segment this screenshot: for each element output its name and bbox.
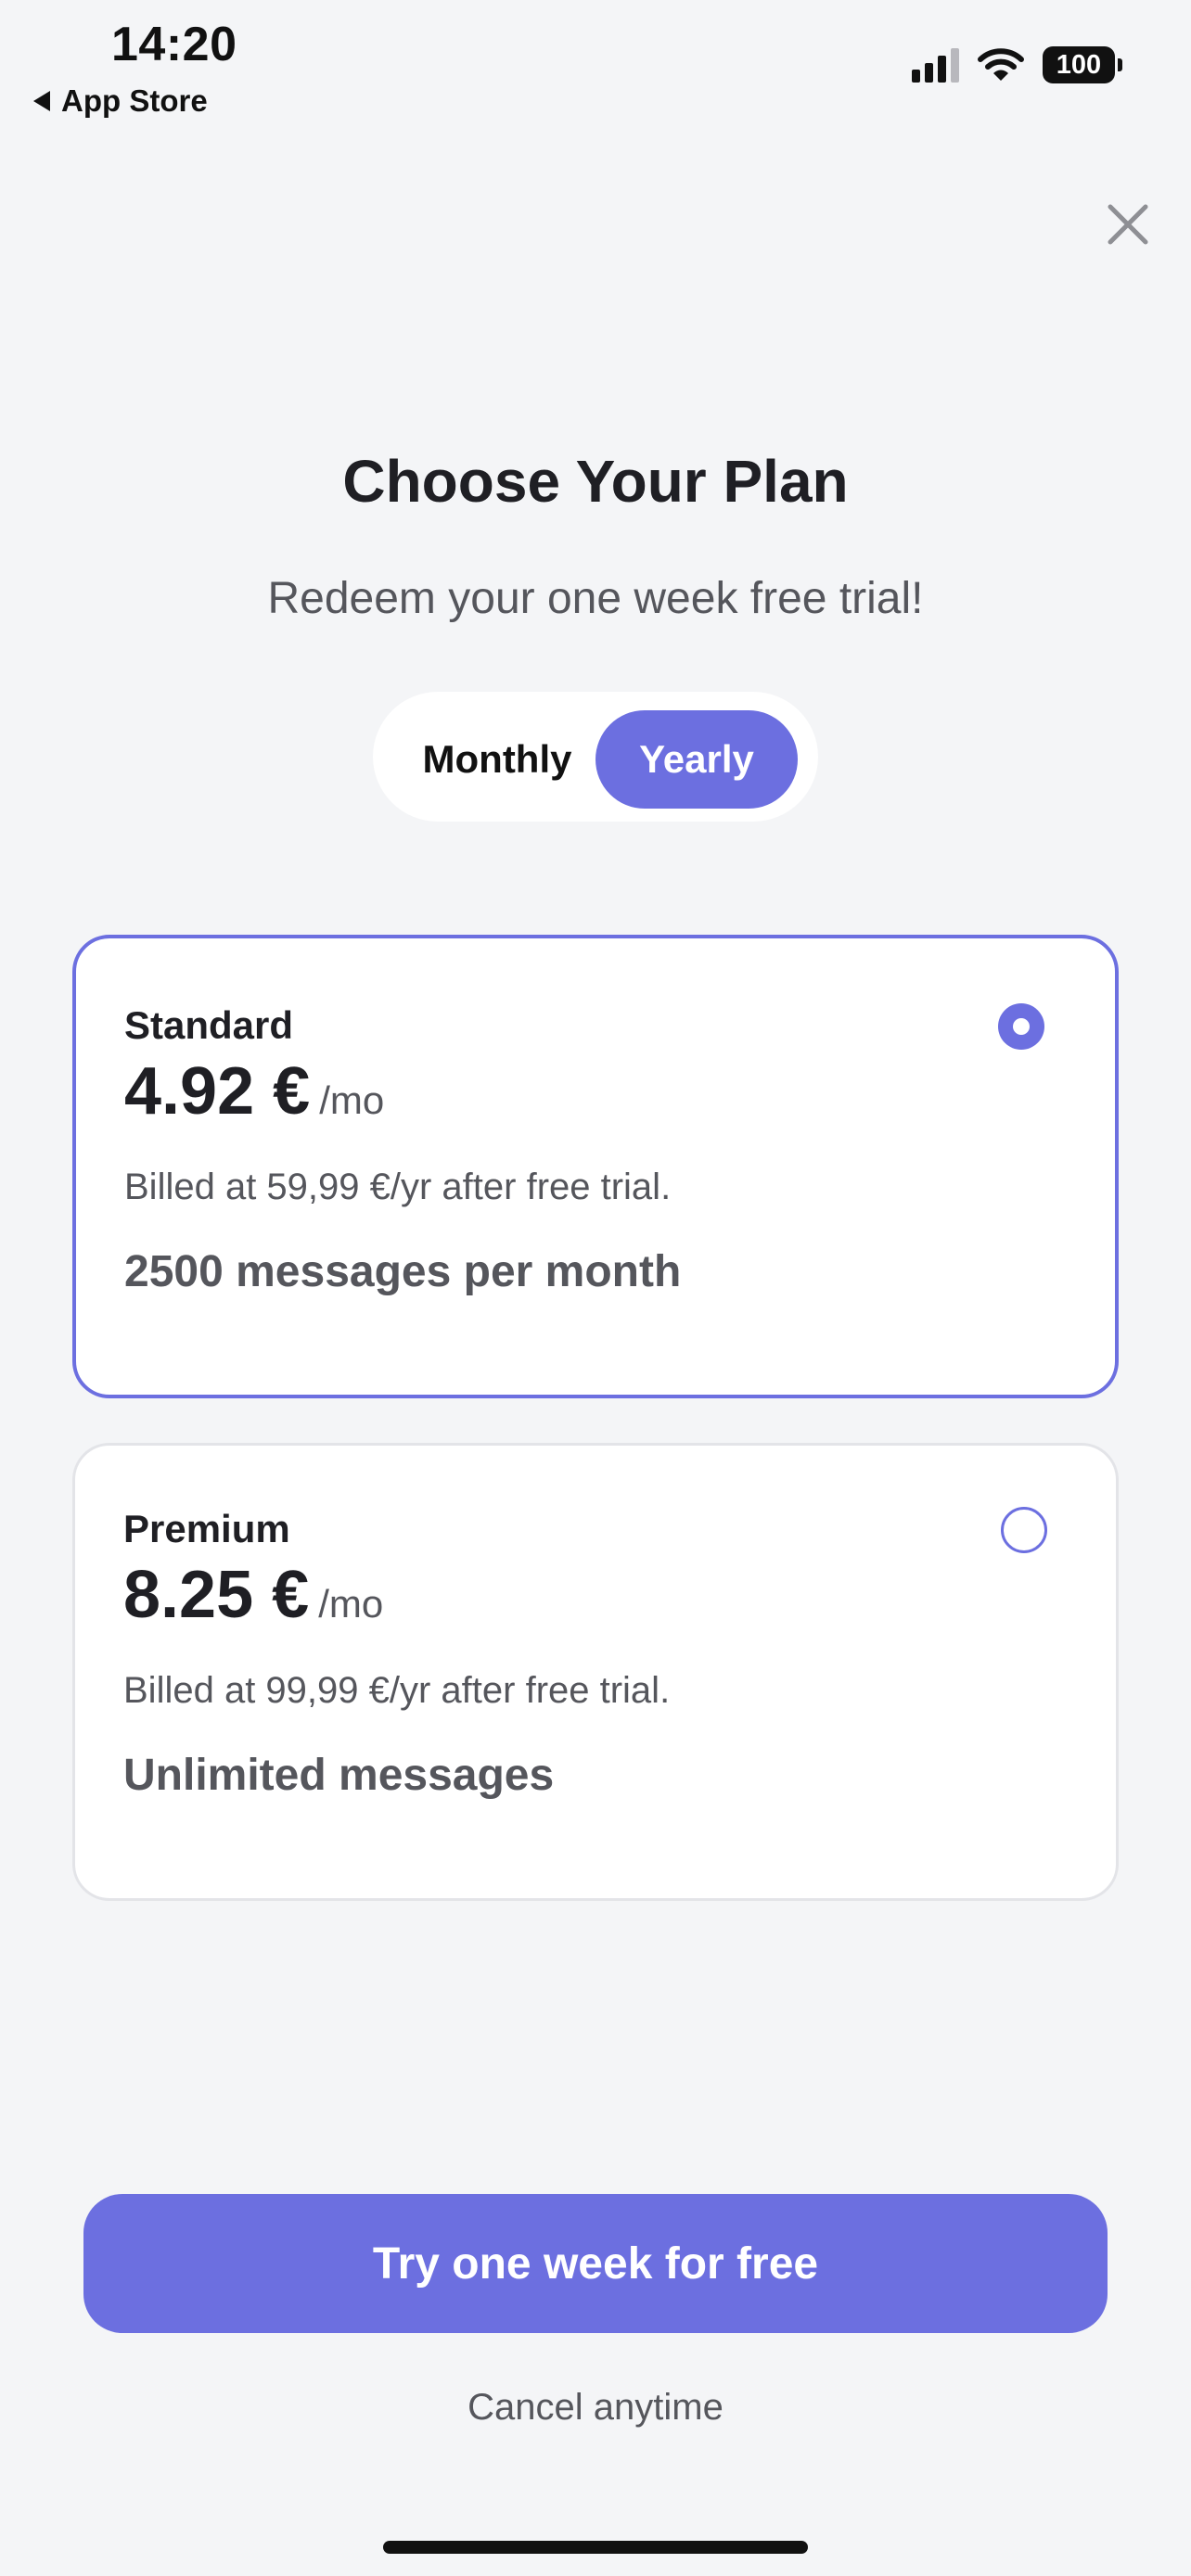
- status-icons: 100: [912, 46, 1122, 83]
- cellular-signal-icon: [912, 47, 959, 83]
- plan-price: 8.25 €: [123, 1558, 310, 1632]
- back-label: App Store: [61, 83, 208, 118]
- cancel-anytime-note: Cancel anytime: [467, 2387, 724, 2428]
- plan-feature: 2500 messages per month: [124, 1247, 682, 1296]
- plan-name: Standard: [124, 1003, 294, 1047]
- plan-feature: Unlimited messages: [123, 1751, 555, 1800]
- plan-name: Premium: [123, 1507, 290, 1550]
- back-triangle-icon: [33, 91, 50, 111]
- billing-period-toggle: Monthly Yearly: [373, 692, 818, 822]
- close-icon: [1108, 204, 1148, 245]
- page-title: Choose Your Plan: [342, 448, 849, 515]
- radio-selected-icon[interactable]: [998, 1003, 1044, 1050]
- plan-price: 4.92 €: [124, 1054, 311, 1129]
- home-indicator[interactable]: [383, 2541, 808, 2554]
- close-button[interactable]: [1102, 198, 1154, 250]
- radio-unselected-icon[interactable]: [1001, 1507, 1047, 1553]
- plan-price-row: 8.25 € /mo: [123, 1557, 383, 1633]
- battery-level: 100: [1056, 49, 1102, 80]
- start-free-trial-button[interactable]: Try one week for free: [83, 2194, 1108, 2333]
- back-to-app-store-link[interactable]: App Store: [33, 83, 208, 119]
- page-subtitle: Redeem your one week free trial!: [267, 574, 924, 623]
- status-time: 14:20: [111, 18, 237, 71]
- plan-billing-note: Billed at 59,99 €/yr after free trial.: [124, 1167, 672, 1207]
- toggle-yearly[interactable]: Yearly: [596, 710, 798, 809]
- plan-card-premium[interactable]: Premium 8.25 € /mo Billed at 99,99 €/yr …: [72, 1443, 1119, 1901]
- plan-card-standard[interactable]: Standard 4.92 € /mo Billed at 59,99 €/yr…: [72, 935, 1119, 1398]
- plan-price-row: 4.92 € /mo: [124, 1053, 384, 1129]
- plan-period: /mo: [319, 1078, 385, 1122]
- toggle-monthly[interactable]: Monthly: [406, 710, 588, 809]
- wifi-icon: [978, 48, 1024, 81]
- plan-period: /mo: [318, 1582, 384, 1626]
- status-bar: 14:20 App Store 100: [0, 0, 1191, 130]
- battery-icon: 100: [1043, 46, 1122, 83]
- plan-billing-note: Billed at 99,99 €/yr after free trial.: [123, 1670, 671, 1711]
